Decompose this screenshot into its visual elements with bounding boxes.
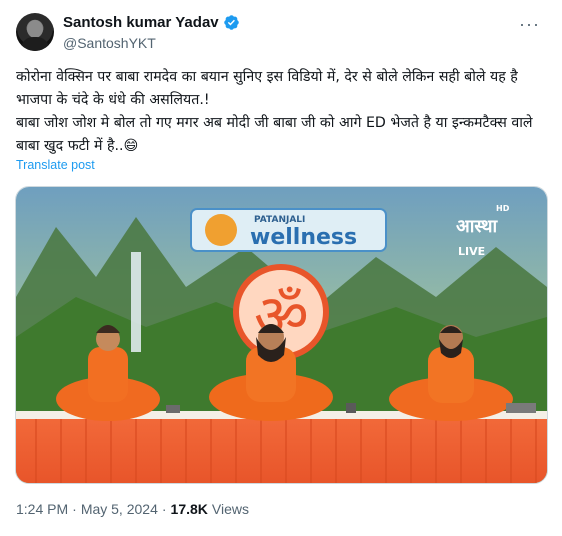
post-text: कोरोना वेक्सिन पर बाबा रामदेव का बयान सु… bbox=[16, 69, 533, 154]
views-label: Views bbox=[211, 501, 249, 517]
banner-brand: PATANJALI bbox=[254, 215, 305, 225]
meta-separator: · bbox=[72, 501, 77, 517]
more-options-icon[interactable]: ··· bbox=[519, 14, 540, 35]
author-name-row: Santosh kumar Yadav bbox=[63, 14, 240, 31]
banner-text: wellness bbox=[250, 225, 357, 250]
avatar-body bbox=[21, 37, 49, 51]
video-thumbnail[interactable]: PATANJALI wellness आस्था HD LIVE ॐ bbox=[15, 186, 548, 484]
avatar[interactable] bbox=[16, 13, 54, 51]
channel-hd: HD bbox=[496, 204, 510, 213]
tweet-card: Santosh kumar Yadav @SantoshYKT ··· कोरो… bbox=[0, 0, 562, 536]
translate-post-link[interactable]: Translate post bbox=[16, 158, 95, 172]
post-date[interactable]: May 5, 2024 bbox=[81, 501, 158, 517]
avatar-face bbox=[27, 20, 43, 38]
channel-live: LIVE bbox=[458, 245, 485, 258]
author-handle[interactable]: @SantoshYKT bbox=[63, 35, 156, 51]
meta-separator-2: · bbox=[161, 501, 167, 517]
post-meta: 1:24 PM · May 5, 2024 · 17.8K Views bbox=[16, 501, 249, 517]
video-frame: PATANJALI wellness आस्था HD LIVE ॐ bbox=[16, 187, 547, 483]
author-name[interactable]: Santosh kumar Yadav bbox=[63, 14, 219, 31]
verified-badge-icon bbox=[223, 15, 239, 30]
channel-logo: आस्था bbox=[456, 216, 499, 237]
post-time[interactable]: 1:24 PM bbox=[16, 501, 68, 517]
views-count: 17.8K bbox=[170, 501, 208, 517]
